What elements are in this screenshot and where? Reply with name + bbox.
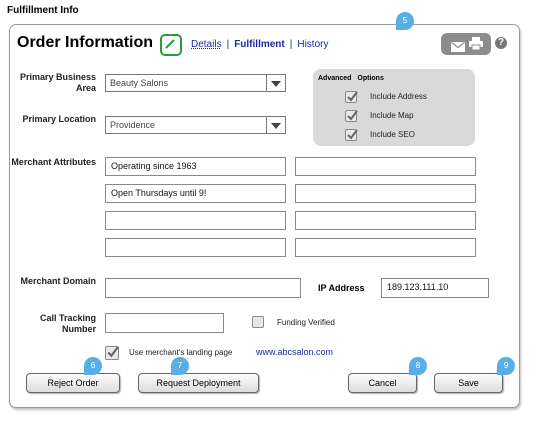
use-landing-page-checkbox[interactable]: [105, 346, 119, 360]
tab-fulfillment[interactable]: Fulfillment: [234, 39, 285, 50]
chevron-down-icon: [266, 75, 285, 91]
callout-7: 7: [171, 357, 189, 375]
include-address-checkbox[interactable]: [345, 91, 358, 103]
include-seo-label: Include SEO: [370, 130, 415, 139]
ip-address-label: IP Address: [318, 283, 365, 293]
primary-location-value: Providence: [110, 120, 156, 130]
attribute-input-4[interactable]: [295, 184, 476, 203]
share-icon-bar: [441, 33, 491, 55]
include-map-checkbox[interactable]: [345, 110, 358, 122]
print-icon[interactable]: [469, 37, 483, 56]
mail-icon[interactable]: [451, 39, 465, 57]
merchant-domain-label: Merchant Domain: [20, 276, 96, 286]
ip-address-input[interactable]: 189.123.111.10: [381, 278, 489, 298]
save-button[interactable]: Save: [434, 373, 503, 393]
tab-bar: Details | Fulfillment | History: [191, 39, 329, 50]
attribute-input-3[interactable]: Open Thursdays until 9!: [105, 184, 286, 203]
page-title: Order Information: [17, 34, 154, 51]
attribute-input-1[interactable]: Operating since 1963: [105, 157, 286, 176]
call-tracking-input[interactable]: [105, 313, 224, 333]
tab-history[interactable]: History: [297, 39, 328, 50]
landing-page-url[interactable]: www.abcsalon.com: [256, 347, 333, 357]
help-icon[interactable]: ?: [495, 37, 507, 49]
merchant-domain-input[interactable]: [105, 278, 301, 298]
callout-9: 9: [497, 357, 515, 375]
page-label: Fulfillment Info: [7, 5, 79, 16]
primary-business-area-select[interactable]: Beauty Salons: [105, 74, 286, 92]
include-map-label: Include Map: [370, 111, 414, 120]
attribute-input-8[interactable]: [295, 238, 476, 257]
funding-verified-checkbox[interactable]: [252, 316, 264, 328]
attribute-input-7[interactable]: [105, 238, 286, 257]
reject-order-button[interactable]: Reject Order: [26, 373, 120, 393]
advanced-options-title: Advanced Options: [318, 75, 384, 82]
primary-location-label: Primary Location: [22, 114, 96, 124]
funding-verified-label: Funding Verified: [277, 318, 335, 327]
cancel-button[interactable]: Cancel: [348, 373, 417, 393]
primary-location-select[interactable]: Providence: [105, 116, 286, 134]
attribute-input-5[interactable]: [105, 211, 286, 230]
request-deployment-button[interactable]: Request Deployment: [138, 373, 259, 393]
primary-business-area-label: Primary Business Area: [19, 72, 96, 93]
merchant-attributes-label: Merchant Attributes: [11, 157, 96, 167]
tab-details[interactable]: Details: [191, 39, 222, 50]
call-tracking-label: Call Tracking Number: [39, 313, 96, 334]
chevron-down-icon: [266, 117, 285, 133]
callout-8: 8: [409, 357, 427, 375]
primary-business-area-value: Beauty Salons: [110, 78, 169, 88]
use-landing-page-label: Use merchant's landing page: [129, 348, 233, 357]
edit-icon[interactable]: [160, 34, 182, 56]
attribute-input-2[interactable]: [295, 157, 476, 176]
include-address-label: Include Address: [370, 92, 427, 101]
callout-6: 6: [84, 357, 102, 375]
callout-5: 5: [396, 12, 414, 30]
include-seo-checkbox[interactable]: [345, 129, 358, 141]
attribute-input-6[interactable]: [295, 211, 476, 230]
